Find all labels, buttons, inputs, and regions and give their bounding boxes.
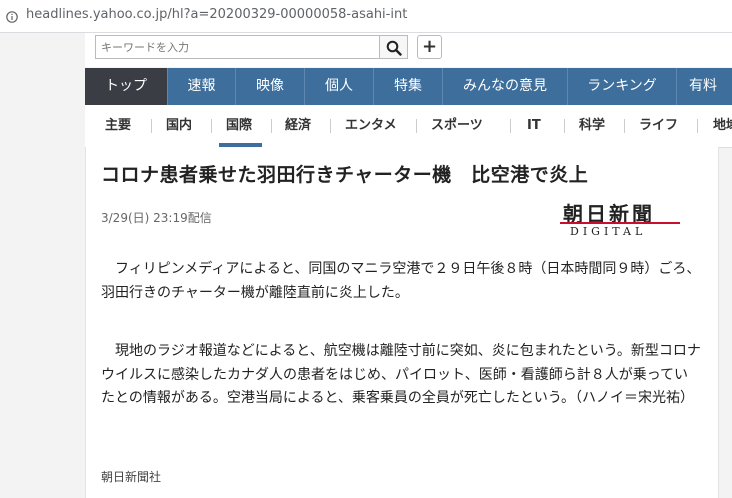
article-paragraph: フィリピンメディアによると、同国のマニラ空港で２９日午後８時（日本時間同９時）ご… [101, 261, 701, 301]
article-date: 3/29(日) 23:19配信 [101, 211, 212, 225]
divider [151, 119, 152, 133]
category-domestic[interactable]: 国内 [166, 105, 192, 147]
category-sports[interactable]: スポーツ [431, 105, 483, 147]
search-button[interactable] [380, 35, 408, 59]
logo-accent-line [560, 222, 680, 224]
category-life[interactable]: ライフ [639, 105, 678, 147]
article-paragraph: 現地のラジオ報道などによると、航空機は離陸寸前に突如、炎に包まれたという。新型コ… [101, 343, 701, 406]
article-source[interactable]: 朝日新聞社 [101, 468, 161, 485]
category-nav: 主要 国内 国際 経済 エンタメ スポーツ IT 科学 ライフ 地域 [85, 105, 732, 148]
category-it[interactable]: IT [527, 105, 541, 147]
tab-features[interactable]: 特集 [374, 68, 443, 105]
tab-opinions[interactable]: みんなの意見 [443, 68, 568, 105]
tab-breaking[interactable]: 速報 [168, 68, 236, 105]
divider [564, 119, 565, 133]
divider [330, 119, 331, 133]
add-button[interactable]: + [417, 35, 442, 59]
page-info-icon[interactable] [6, 9, 18, 23]
category-entertainment[interactable]: エンタメ [345, 105, 397, 147]
article-headline: コロナ患者乗せた羽田行きチャーター機 比空港で炎上 [101, 164, 589, 186]
tab-individual[interactable]: 個人 [305, 68, 374, 105]
main-nav: トップ 速報 映像 個人 特集 みんなの意見 ランキング 有料 [85, 68, 732, 105]
divider [510, 119, 511, 133]
category-international[interactable]: 国際 [226, 105, 252, 147]
plus-icon: + [421, 36, 438, 57]
tab-top[interactable]: トップ [85, 68, 168, 105]
divider [416, 119, 417, 133]
search-input[interactable] [95, 35, 380, 59]
divider [624, 119, 625, 133]
publisher-logo-sub: DIGITAL [570, 225, 647, 238]
divider [697, 119, 698, 133]
publisher-logo[interactable]: 朝日新聞 DIGITAL [560, 198, 680, 240]
divider [211, 119, 212, 133]
category-science[interactable]: 科学 [579, 105, 605, 147]
tab-ranking[interactable]: ランキング [568, 68, 677, 105]
tab-paid[interactable]: 有料 [677, 68, 732, 105]
category-economy[interactable]: 経済 [285, 105, 311, 147]
divider [271, 119, 272, 133]
search-icon [386, 40, 402, 56]
url-text[interactable]: headlines.yahoo.co.jp/hl?a=20200329-0000… [26, 7, 407, 22]
category-local[interactable]: 地域 [713, 105, 732, 147]
category-main[interactable]: 主要 [105, 105, 131, 147]
browser-address-bar[interactable]: headlines.yahoo.co.jp/hl?a=20200329-0000… [0, 0, 732, 33]
tab-video[interactable]: 映像 [236, 68, 305, 105]
